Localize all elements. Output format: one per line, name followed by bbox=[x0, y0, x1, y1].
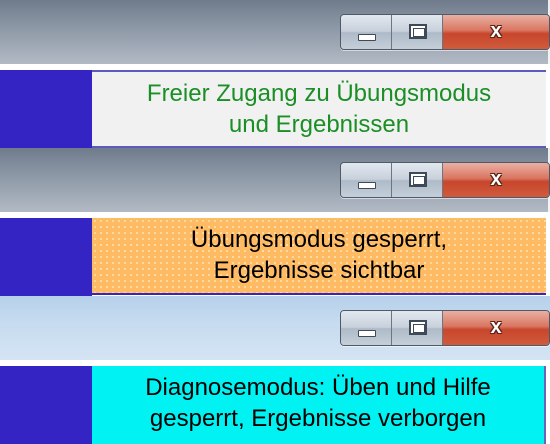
maximize-icon bbox=[409, 320, 427, 335]
accent-stripe bbox=[0, 70, 92, 148]
maximize-button[interactable] bbox=[392, 163, 443, 197]
close-icon: x bbox=[490, 316, 502, 338]
close-icon: x bbox=[490, 168, 502, 190]
minimize-icon bbox=[358, 330, 376, 337]
accent-stripe bbox=[0, 218, 92, 296]
maximize-icon bbox=[409, 172, 427, 187]
status-field: Diagnosemodus: Üben und Hilfe gesperrt, … bbox=[92, 366, 546, 444]
window-panel-diagnosis-mode: x Diagnosemodus: Üben und Hilfe gesperrt… bbox=[0, 296, 550, 444]
title-bar[interactable]: x bbox=[0, 148, 550, 212]
status-field: Übungsmodus gesperrt, Ergebnisse sichtba… bbox=[92, 218, 546, 295]
status-text: Übungsmodus gesperrt, Ergebnisse sichtba… bbox=[190, 226, 448, 284]
close-button[interactable]: x bbox=[443, 311, 549, 345]
maximize-button[interactable] bbox=[392, 311, 443, 345]
status-area: Übungsmodus gesperrt, Ergebnisse sichtba… bbox=[0, 218, 550, 296]
window-controls: x bbox=[340, 310, 550, 346]
window-panel-practice-locked: x Übungsmodus gesperrt, Ergebnisse sicht… bbox=[0, 148, 550, 296]
title-bar[interactable]: x bbox=[0, 296, 550, 360]
status-area: Freier Zugang zu Übungsmodus und Ergebni… bbox=[0, 70, 550, 148]
maximize-button[interactable] bbox=[392, 15, 443, 49]
accent-stripe bbox=[0, 366, 92, 444]
minimize-button[interactable] bbox=[341, 163, 392, 197]
close-button[interactable]: x bbox=[443, 163, 549, 197]
close-icon: x bbox=[490, 20, 502, 42]
maximize-icon bbox=[409, 24, 427, 39]
close-button[interactable]: x bbox=[443, 15, 549, 49]
minimize-icon bbox=[358, 34, 376, 41]
status-text: Freier Zugang zu Übungsmodus und Ergebni… bbox=[146, 80, 492, 138]
status-area: Diagnosemodus: Üben und Hilfe gesperrt, … bbox=[0, 366, 550, 444]
window-controls: x bbox=[340, 162, 550, 198]
minimize-button[interactable] bbox=[341, 311, 392, 345]
minimize-icon bbox=[358, 182, 376, 189]
window-controls: x bbox=[340, 14, 550, 50]
title-bar[interactable]: x bbox=[0, 0, 550, 64]
window-panel-free-access: x Freier Zugang zu Übungsmodus und Ergeb… bbox=[0, 0, 550, 148]
status-text: Diagnosemodus: Üben und Hilfe gesperrt, … bbox=[145, 374, 491, 432]
status-field: Freier Zugang zu Übungsmodus und Ergebni… bbox=[92, 70, 546, 148]
minimize-button[interactable] bbox=[341, 15, 392, 49]
